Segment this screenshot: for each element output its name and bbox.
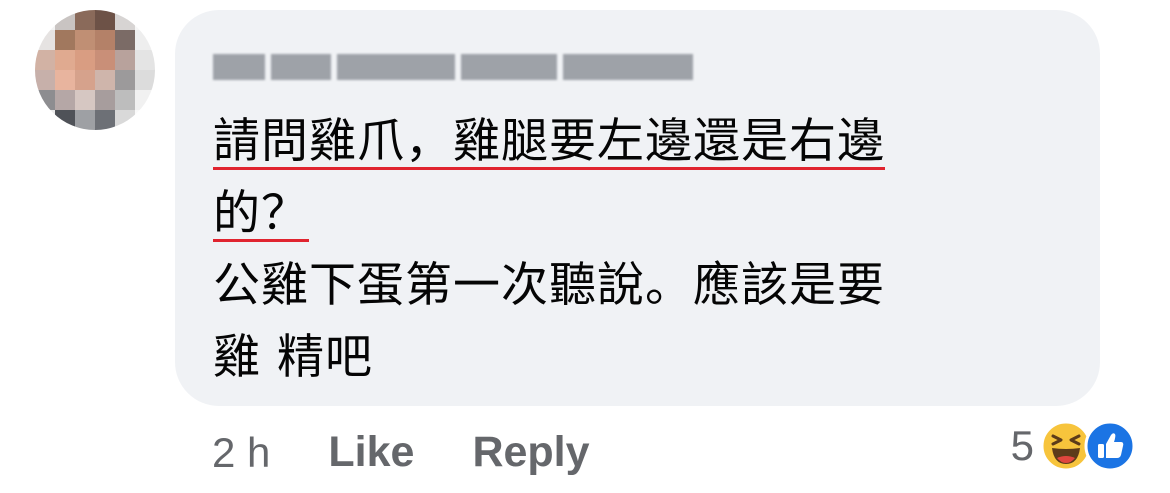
comment-line-2: 的？	[213, 186, 309, 241]
comment-line-3: 公雞下蛋第一次聽說。應該是要	[213, 258, 885, 313]
like-button[interactable]: Like	[328, 428, 414, 477]
like-icon	[1084, 420, 1136, 472]
comment: 請問雞爪，雞腿要左邊還是右邊 的？ 公雞下蛋第一次聽說。應該是要 雞 精吧 2 …	[0, 0, 1170, 493]
reaction-count: 5	[1010, 422, 1034, 469]
reactions-summary[interactable]: 5	[1011, 420, 1136, 472]
comment-actions: 2 h Like Reply	[212, 428, 648, 477]
reply-button[interactable]: Reply	[472, 428, 589, 477]
timestamp[interactable]: 2 h	[212, 429, 270, 477]
avatar[interactable]	[35, 10, 155, 130]
comment-line-1: 請問雞爪，雞腿要左邊還是右邊	[213, 114, 885, 169]
comment-line-4: 雞 精吧	[213, 330, 373, 385]
comment-text: 請問雞爪，雞腿要左邊還是右邊 的？ 公雞下蛋第一次聽說。應該是要 雞 精吧	[213, 106, 1073, 394]
comment-bubble: 請問雞爪，雞腿要左邊還是右邊 的？ 公雞下蛋第一次聽說。應該是要 雞 精吧	[175, 10, 1100, 406]
author-name-blurred[interactable]	[213, 48, 699, 86]
